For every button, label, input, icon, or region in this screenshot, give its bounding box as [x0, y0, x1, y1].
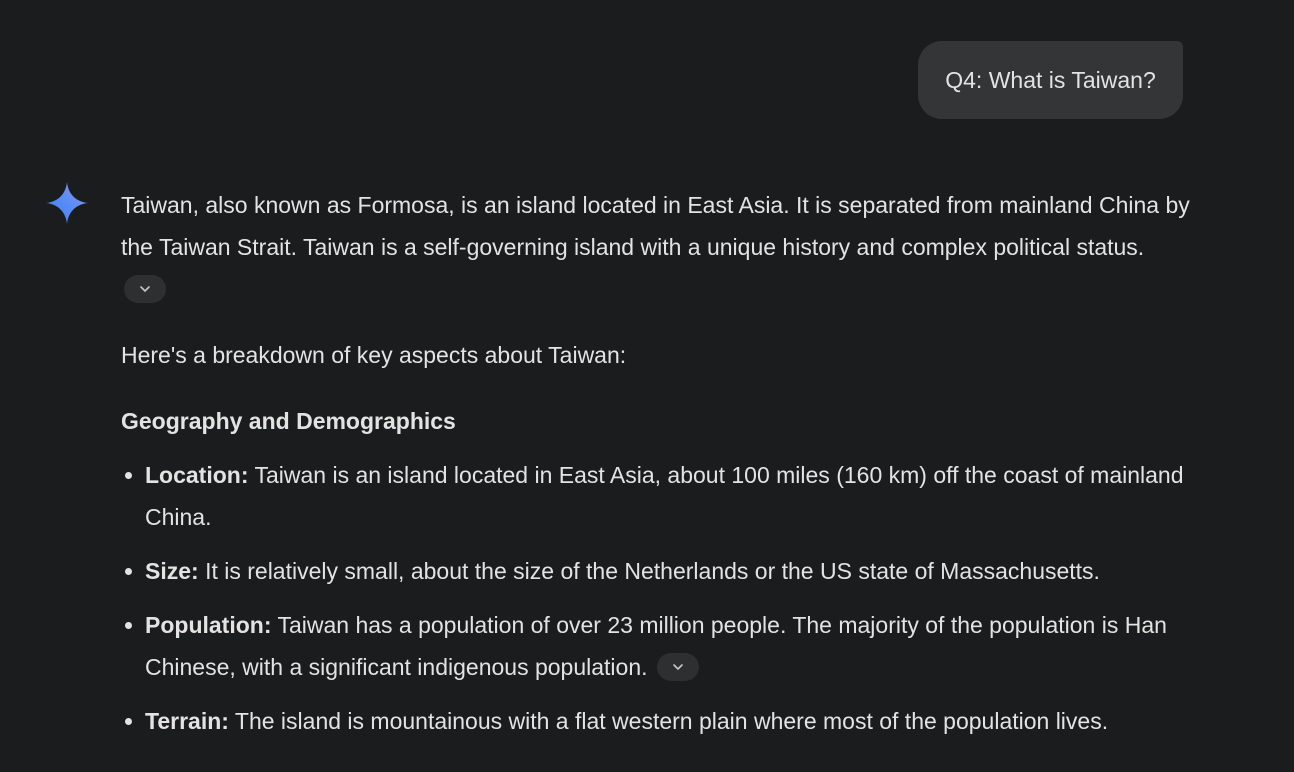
chevron-down-icon [140, 286, 150, 292]
user-query-bubble: Q4: What is Taiwan? [918, 41, 1183, 119]
list-item: Location: Taiwan is an island located in… [121, 454, 1191, 538]
bullet-dot [125, 718, 132, 725]
item-text: Taiwan is an island located in East Asia… [145, 462, 1184, 530]
bullet-dot [125, 568, 132, 575]
item-label: Population: [145, 612, 272, 638]
bullet-dot [125, 472, 132, 479]
list-item: Size: It is relatively small, about the … [121, 550, 1191, 592]
list-item: Terrain: The island is mountainous with … [121, 700, 1191, 742]
item-text: Taiwan has a population of over 23 milli… [145, 612, 1167, 680]
facts-list: Location: Taiwan is an island located in… [121, 454, 1191, 742]
intro-text: Taiwan, also known as Formosa, is an isl… [121, 192, 1190, 260]
user-query-text: Q4: What is Taiwan? [945, 66, 1156, 93]
section-heading: Geography and Demographics [121, 408, 456, 434]
item-label: Terrain: [145, 708, 229, 734]
item-text: The island is mountainous with a flat we… [228, 708, 1109, 734]
gemini-sparkle-icon [45, 181, 89, 225]
item-text: It is relatively small, about the size o… [198, 558, 1100, 584]
item-label: Size: [145, 558, 199, 584]
item-label: Location: [145, 462, 249, 488]
chat-page: Q4: What is Taiwan? Taiwan, also known a… [0, 0, 1294, 772]
chevron-down-icon [673, 664, 683, 670]
bullet-dot [125, 622, 132, 629]
intro-paragraph: Taiwan, also known as Formosa, is an isl… [121, 184, 1191, 310]
expand-sources-button[interactable] [656, 652, 699, 681]
expand-sources-button[interactable] [124, 274, 166, 303]
breakdown-paragraph: Here's a breakdown of key aspects about … [121, 342, 627, 368]
list-item: Population: Taiwan has a population of o… [121, 604, 1191, 688]
assistant-response: Taiwan, also known as Formosa, is an isl… [121, 184, 1191, 754]
